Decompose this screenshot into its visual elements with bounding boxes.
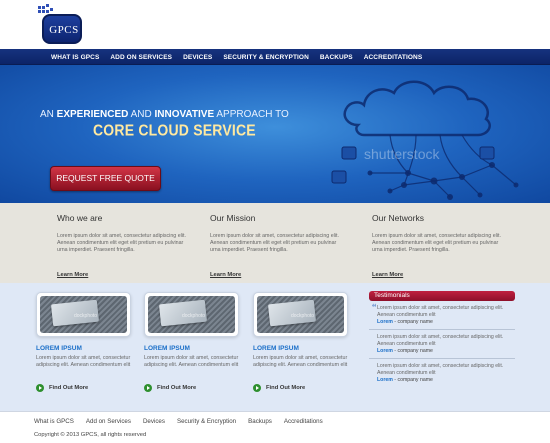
testimonial-item: Lorem ipsum dolor sit amet, consectetur …	[369, 363, 515, 383]
section-body: Lorem ipsum dolor sit amet, consectetur …	[372, 233, 501, 253]
credit-card-keyboard-image: dockphoto	[257, 296, 344, 333]
learn-more-link[interactable]: Learn More	[57, 272, 192, 278]
credit-card-keyboard-image: dockphoto	[40, 296, 127, 333]
card-title: LOREM IPSUM	[36, 345, 82, 352]
section-body: Lorem ipsum dolor sit amet, consectetur …	[57, 233, 186, 253]
green-arrow-circle-icon	[36, 384, 44, 392]
find-out-more-link[interactable]: Find Out More	[144, 384, 246, 392]
nav-item-what-is-gpcs[interactable]: WHAT IS GPCS	[51, 54, 99, 61]
author-company: - company name	[392, 319, 433, 325]
credit-card-keyboard-image: dockphoto	[148, 296, 235, 333]
section-title: Our Mission	[210, 213, 256, 223]
card-image-frame[interactable]: dockphoto	[36, 292, 131, 337]
logo-text: GPCS	[49, 24, 79, 36]
hero-tagline-part: AN	[40, 109, 57, 120]
testimonial-item: Lorem ipsum dolor sit amet, consectetur …	[369, 305, 515, 325]
nav-item-accreditations[interactable]: ACCREDITATIONS	[364, 54, 423, 61]
footer-link-what-is-gpcs[interactable]: What is GPCS	[34, 418, 74, 425]
copyright-text: Copyright © 2013 GPCS, all rights reserv…	[34, 432, 147, 438]
testimonials-panel: Testimonials “ Lorem ipsum dolor sit ame…	[369, 291, 515, 387]
hero-banner: AN EXPERIENCED AND INNOVATIVE APPROACH T…	[0, 65, 550, 203]
nav-item-devices[interactable]: DEVICES	[183, 54, 212, 61]
find-out-more-link[interactable]: Find Out More	[36, 384, 138, 392]
hero-tagline-part: APPROACH TO	[214, 109, 289, 120]
hero-headline: CORE CLOUD SERVICE	[93, 121, 256, 139]
our-mission-section: Our Mission Lorem ipsum dolor sit amet, …	[210, 213, 345, 278]
footer-link-backups[interactable]: Backups	[248, 418, 272, 425]
find-out-more-link[interactable]: Find Out More	[253, 384, 355, 392]
divider	[369, 329, 515, 330]
author-company: - company name	[392, 377, 433, 383]
learn-more-link[interactable]: Learn More	[372, 272, 507, 278]
divider	[369, 358, 515, 359]
footer-link-security-encryption[interactable]: Security & Encryption	[177, 418, 236, 425]
testimonial-item: Lorem ipsum dolor sit amet, consectetur …	[369, 334, 515, 354]
who-we-are-section: Who we are Lorem ipsum dolor sit amet, c…	[57, 213, 192, 278]
hero-tagline-part: AND	[128, 109, 155, 120]
feature-card: dockphoto LOREM IPSUM Lorem ipsum dolor …	[253, 292, 355, 392]
testimonial-author: Lorem - company name	[377, 348, 515, 354]
nav-item-security-encryption[interactable]: SECURITY & ENCRYPTION	[223, 54, 309, 61]
card-title: LOREM IPSUM	[253, 345, 299, 352]
section-title: Who we are	[57, 213, 103, 223]
testimonial-author: Lorem - company name	[377, 377, 515, 383]
testimonial-text: Lorem ipsum dolor sit amet, consectetur …	[377, 363, 504, 376]
green-arrow-circle-icon	[253, 384, 261, 392]
testimonials-title: Testimonials	[369, 291, 515, 301]
quote-icon: “	[372, 303, 377, 314]
section-title: Our Networks	[372, 213, 424, 223]
info-band: Who we are Lorem ipsum dolor sit amet, c…	[0, 203, 550, 283]
image-watermark: dockphoto	[74, 313, 98, 319]
find-out-more-label: Find Out More	[157, 385, 197, 391]
card-body: Lorem ipsum dolor sit amet, consectetur …	[36, 355, 131, 368]
hero-tagline-emphasis: EXPERIENCED	[56, 109, 129, 120]
testimonial-author: Lorem - company name	[377, 319, 515, 325]
author-name: Lorem	[377, 348, 393, 354]
footer-link-add-on-services[interactable]: Add on Services	[86, 418, 131, 425]
testimonial-text: Lorem ipsum dolor sit amet, consectetur …	[377, 334, 504, 347]
card-image-frame[interactable]: dockphoto	[144, 292, 239, 337]
footer: What is GPCS Add on Services Devices Sec…	[0, 411, 550, 443]
gpcs-logo[interactable]: GPCS	[36, 4, 88, 48]
find-out-more-label: Find Out More	[49, 385, 89, 391]
card-image-frame[interactable]: dockphoto	[253, 292, 348, 337]
hero-tagline-emphasis: INNOVATIVE	[154, 109, 215, 120]
image-watermark: dockphoto	[182, 313, 206, 319]
learn-more-link[interactable]: Learn More	[210, 272, 345, 278]
logo-badge: GPCS	[42, 14, 82, 44]
feature-card: dockphoto LOREM IPSUM Lorem ipsum dolor …	[36, 292, 138, 392]
card-title: LOREM IPSUM	[144, 345, 190, 352]
cloud-network-icon: shutterstock	[331, 80, 519, 200]
nav-item-backups[interactable]: BACKUPS	[320, 54, 353, 61]
author-company: - company name	[392, 348, 433, 354]
section-body: Lorem ipsum dolor sit amet, consectetur …	[210, 233, 339, 253]
request-free-quote-button[interactable]: REQUEST FREE QUOTE	[50, 166, 161, 191]
card-body: Lorem ipsum dolor sit amet, consectetur …	[253, 355, 348, 368]
feature-card: dockphoto LOREM IPSUM Lorem ipsum dolor …	[144, 292, 246, 392]
card-body: Lorem ipsum dolor sit amet, consectetur …	[144, 355, 239, 368]
nav-item-add-on-services[interactable]: ADD ON SERVICES	[110, 54, 172, 61]
find-out-more-label: Find Out More	[266, 385, 306, 391]
main-nav: WHAT IS GPCS ADD ON SERVICES DEVICES SEC…	[0, 49, 550, 65]
hero-tagline: AN EXPERIENCED AND INNOVATIVE APPROACH T…	[40, 109, 289, 120]
features-area: dockphoto LOREM IPSUM Lorem ipsum dolor …	[0, 283, 550, 411]
header: GPCS	[0, 0, 550, 49]
hero-watermark: shutterstock	[364, 146, 440, 162]
testimonial-text: Lorem ipsum dolor sit amet, consectetur …	[377, 305, 504, 318]
our-networks-section: Our Networks Lorem ipsum dolor sit amet,…	[372, 213, 507, 278]
footer-link-accreditations[interactable]: Accreditations	[284, 418, 323, 425]
author-name: Lorem	[377, 319, 393, 325]
footer-link-devices[interactable]: Devices	[143, 418, 165, 425]
author-name: Lorem	[377, 377, 393, 383]
green-arrow-circle-icon	[144, 384, 152, 392]
image-watermark: dockphoto	[291, 313, 315, 319]
